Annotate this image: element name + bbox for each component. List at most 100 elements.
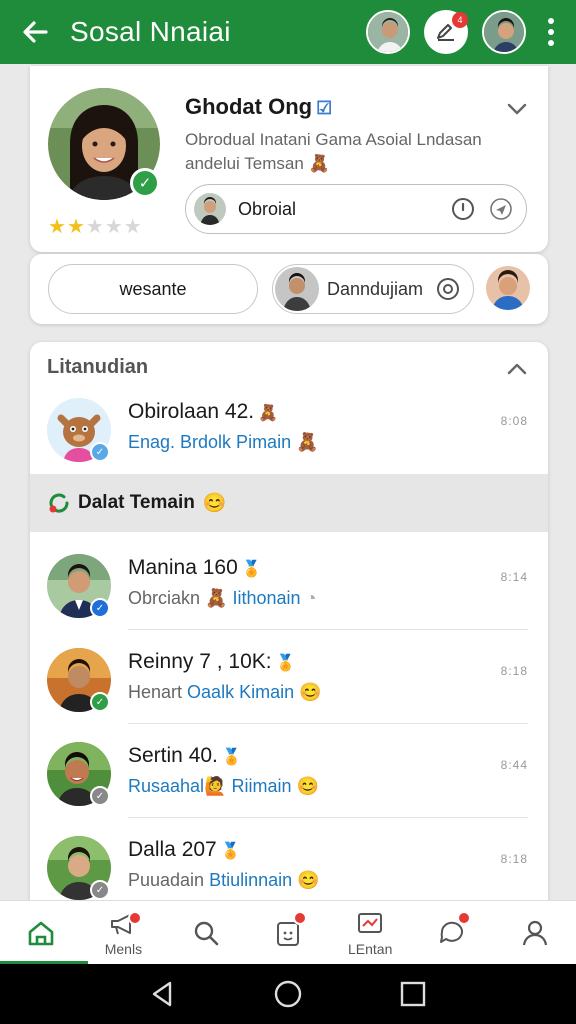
compose-button[interactable]: 4 bbox=[424, 10, 468, 54]
smile-icon: 😊 bbox=[296, 776, 319, 796]
item-subtitle-link[interactable]: Rusaahal bbox=[128, 776, 204, 796]
notification-dot bbox=[457, 911, 472, 925]
smile-icon: 😊 bbox=[297, 870, 320, 890]
home-icon bbox=[28, 921, 54, 946]
status-badge: ✓ bbox=[90, 442, 110, 462]
timestamp: 8:08 bbox=[500, 414, 528, 428]
action-row: wesante Danndujiam bbox=[30, 254, 548, 324]
item-subtitle: Rusaahal🙋 Riimain 😊 bbox=[128, 776, 319, 797]
nav-clipboard[interactable] bbox=[247, 901, 329, 965]
list-item[interactable]: ✓ Dalla 207 🏅 Puuadain Btiulinnain 😊 8:18 bbox=[30, 818, 548, 902]
verified-badge: ✓ bbox=[90, 598, 110, 618]
item-subtitle-text: Obrciakn bbox=[128, 588, 201, 608]
rating-stars: ★★★★★ bbox=[48, 214, 143, 239]
back-triangle-icon[interactable] bbox=[148, 979, 178, 1009]
item-subtitle-link[interactable]: Enag. Brdolk Pimain bbox=[128, 432, 291, 452]
profile-subtitle: Obrodual Inatani Gama Asoial Lndasan and… bbox=[185, 128, 525, 176]
avatar bbox=[194, 193, 226, 225]
item-subtitle-link[interactable]: Btiulinnain bbox=[209, 870, 292, 890]
item-subtitle: Puuadain Btiulinnain 😊 bbox=[128, 870, 320, 891]
medal-icon: 🏅 bbox=[221, 749, 242, 766]
medal-icon: 🏅 bbox=[220, 843, 241, 860]
chevron-down-icon[interactable] bbox=[504, 96, 530, 122]
item-subtitle-link[interactable]: Oaalk Kimain bbox=[187, 682, 294, 702]
profile-subtitle-text: Obrodual Inatani Gama Asoial Lndasan and… bbox=[185, 130, 482, 173]
conversation-list: Litanudian ✓ Obirolaan 42. 🧸 Enag. Brdolk… bbox=[30, 342, 548, 902]
avatar[interactable] bbox=[482, 10, 526, 54]
list-item[interactable]: ✓ Reinny 7 , 10K: 🏅 Henart Oaalk Kimain 😊… bbox=[30, 630, 548, 724]
medal-icon: 🏅 bbox=[241, 561, 262, 578]
avatar[interactable] bbox=[366, 10, 410, 54]
item-name: Obirolaan 42. 🧸 bbox=[128, 400, 278, 424]
star-icon: ★ bbox=[123, 216, 143, 238]
avatar bbox=[275, 267, 319, 311]
section-title: Litanudian bbox=[47, 356, 149, 378]
more-menu-icon[interactable] bbox=[526, 18, 576, 46]
list-item[interactable]: ✓ Manina 160 🏅 Obrciakn 🧸 Iithonain ◔ 8:1… bbox=[30, 536, 548, 630]
item-subtitle-link[interactable]: Iithonain bbox=[232, 588, 300, 608]
profile-name: Ghodat Ong ☑ bbox=[185, 94, 332, 120]
group-title: Dalat Temain bbox=[78, 492, 195, 513]
timer-icon[interactable] bbox=[450, 196, 476, 222]
timestamp: 8:14 bbox=[500, 570, 528, 584]
profile-status-pill[interactable]: Obroial bbox=[185, 184, 527, 234]
item-name: Sertin 40. 🏅 bbox=[128, 744, 242, 768]
item-subtitle-text: Henart bbox=[128, 682, 183, 702]
item-name-text: Dalla 207 bbox=[128, 838, 217, 861]
item-subtitle-text: Puuadain bbox=[128, 870, 205, 890]
item-name: Reinny 7 , 10K: 🏅 bbox=[128, 650, 296, 674]
search-icon bbox=[194, 921, 218, 946]
item-subtitle: Enag. Brdolk Pimain 🧸 bbox=[128, 432, 319, 453]
star-icon: ★ bbox=[104, 216, 124, 238]
item-name-text: Sertin 40. bbox=[128, 744, 218, 767]
nav-label: Menls bbox=[104, 941, 143, 957]
status-badge: ✓ bbox=[90, 786, 110, 806]
item-subtitle: Obrciakn 🧸 Iithonain ◔ bbox=[128, 588, 316, 609]
verified-check-icon: ✓ bbox=[130, 168, 160, 198]
teddy-bear-icon: 🧸 bbox=[308, 154, 330, 173]
recents-square-icon[interactable] bbox=[398, 979, 428, 1009]
profile-name-text: Ghodat Ong bbox=[185, 94, 313, 119]
group-header[interactable]: Dalat Temain 😊 bbox=[30, 474, 548, 532]
notification-dot bbox=[292, 911, 307, 925]
teddy-bear-icon: 🧸 bbox=[258, 405, 279, 422]
star-icon: ★ bbox=[85, 216, 105, 238]
list-item[interactable]: ✓ Obirolaan 42. 🧸 Enag. Brdolk Pimain 🧸 8… bbox=[30, 380, 548, 474]
teddy-bear-icon: 🧸 bbox=[296, 432, 319, 452]
clock-icon: ◔ bbox=[305, 588, 317, 608]
record-icon[interactable] bbox=[435, 276, 461, 302]
chart-icon bbox=[358, 913, 383, 933]
smile-icon: 😊 bbox=[299, 682, 322, 702]
notification-dot bbox=[128, 911, 143, 925]
refresh-icon bbox=[49, 493, 69, 513]
send-icon[interactable] bbox=[488, 196, 514, 222]
timestamp: 8:18 bbox=[500, 852, 528, 866]
list-item[interactable]: ✓ Sertin 40. 🏅 Rusaahal🙋 Riimain 😊 8:44 bbox=[30, 724, 548, 818]
item-subtitle: Henart Oaalk Kimain 😊 bbox=[128, 682, 322, 703]
star-icon: ★ bbox=[48, 216, 67, 238]
nav-chat[interactable] bbox=[411, 901, 493, 965]
chevron-up-icon[interactable] bbox=[504, 356, 530, 382]
item-subtitle-link[interactable]: Riimain bbox=[232, 776, 292, 796]
nav-search[interactable] bbox=[165, 901, 247, 965]
nav-profile[interactable] bbox=[494, 901, 576, 965]
contact-pill-label: Danndujiam bbox=[327, 278, 424, 299]
item-name: Manina 160 🏅 bbox=[128, 556, 262, 580]
item-name: Dalla 207 🏅 bbox=[128, 838, 241, 862]
profile-card: ✓ ★★★★★ Ghodat Ong ☑ Obrodual Inatani Gam… bbox=[30, 66, 548, 252]
home-circle-icon[interactable] bbox=[273, 979, 303, 1009]
nav-label: LEntan bbox=[348, 941, 393, 957]
website-button[interactable]: wesante bbox=[48, 264, 258, 314]
pill-label: Obroial bbox=[238, 198, 297, 219]
back-arrow-icon[interactable] bbox=[0, 0, 70, 64]
teddy-bear-icon: 🧸 bbox=[205, 588, 228, 608]
contact-pill[interactable]: Danndujiam bbox=[272, 264, 474, 314]
notification-badge: 4 bbox=[452, 12, 468, 28]
avatar[interactable] bbox=[486, 266, 530, 310]
medal-icon: 🏅 bbox=[275, 655, 296, 672]
nav-home[interactable] bbox=[0, 901, 88, 965]
nav-menls[interactable]: Menls bbox=[82, 901, 164, 965]
nav-lentan[interactable]: LEntan bbox=[329, 901, 411, 965]
item-name-text: Obirolaan 42. bbox=[128, 400, 255, 423]
status-badge: ✓ bbox=[90, 880, 110, 900]
